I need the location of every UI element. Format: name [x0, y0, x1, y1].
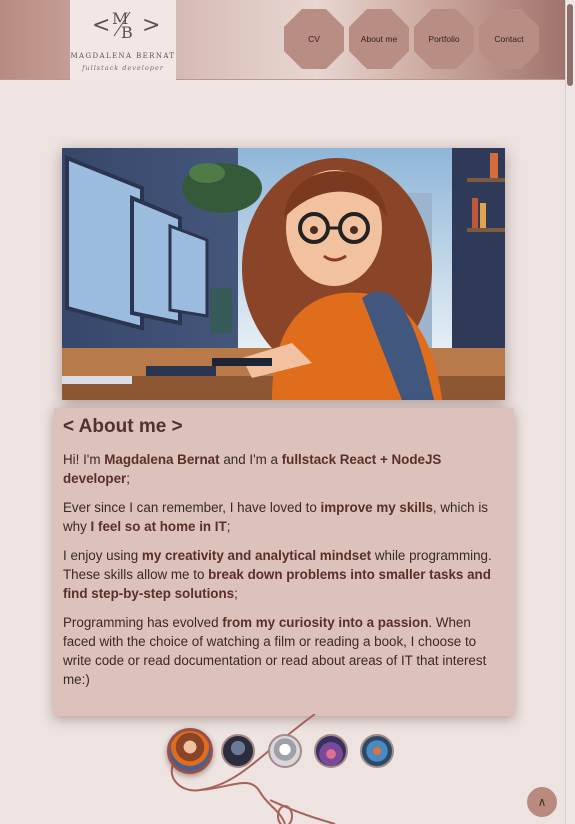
logo-monogram-icon: < M B > [92, 9, 160, 42]
svg-text:B: B [121, 23, 133, 42]
carousel-thumb-4[interactable] [314, 734, 348, 768]
svg-text:>: > [142, 13, 160, 38]
chevron-up-icon: ∧ [537, 795, 547, 809]
about-paragraph-1: Hi! I'm Magdalena Bernat and I'm a fulls… [63, 450, 504, 488]
carousel-thumb-2[interactable] [221, 734, 255, 768]
nav-cv-button[interactable]: CV [284, 9, 344, 69]
about-text-segment: I feel so at home in IT [90, 519, 227, 534]
about-text-segment: improve my skills [320, 500, 433, 515]
about-text-segment: ; [234, 586, 238, 601]
about-text-segment: ; [226, 519, 231, 534]
nav-about-button[interactable]: About me [349, 9, 409, 69]
about-paragraph-3: I enjoy using my creativity and analytic… [63, 546, 504, 603]
logo-name: MAGDALENA BERNAT [70, 52, 176, 60]
logo[interactable]: < M B > MAGDALENA BERNAT fullstack devel… [70, 0, 176, 80]
about-text-segment: Programming has evolved [63, 615, 223, 630]
carousel-thumb-1[interactable] [167, 728, 213, 774]
scroll-to-top-button[interactable]: ∧ [527, 787, 557, 817]
nav-contact-button[interactable]: Contact [479, 9, 539, 69]
about-text-segment: Ever since I can remember, I have loved … [63, 500, 321, 515]
about-text-segment: ; [126, 471, 130, 486]
scrollbar-thumb[interactable] [567, 4, 573, 86]
about-text-segment: my creativity and analytical mindset [141, 548, 372, 563]
logo-subtitle: fullstack developer [82, 64, 164, 72]
nav-portfolio-button[interactable]: Portfolio [414, 9, 474, 69]
about-paragraph-2: Ever since I can remember, I have loved … [63, 498, 504, 536]
about-title: < About me > [63, 416, 183, 437]
hero-illustration [62, 148, 505, 400]
carousel-thumb-3[interactable] [268, 734, 302, 768]
about-text-segment: and I'm a [219, 452, 282, 467]
carousel-thumb-5[interactable] [360, 734, 394, 768]
about-paragraph-4: Programming has evolved from my curiosit… [63, 613, 504, 689]
scrollbar[interactable] [565, 0, 575, 824]
svg-text:<: < [92, 13, 110, 38]
about-text-segment: Magdalena Bernat [104, 452, 220, 467]
about-card: < About me > Hi! I'm Magdalena Bernat an… [54, 408, 514, 716]
about-text-segment: from my curiosity into a passion [222, 615, 429, 630]
about-text-segment: I enjoy using [63, 548, 142, 563]
about-text-segment: Hi! I'm [63, 452, 105, 467]
site-header: < M B > MAGDALENA BERNAT fullstack devel… [0, 0, 575, 80]
